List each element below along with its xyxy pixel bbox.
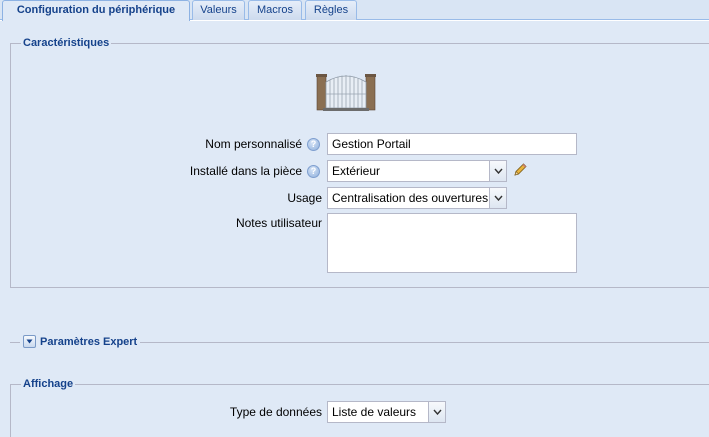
name-label: Nom personnalisé (205, 137, 302, 151)
tab-valeurs[interactable]: Valeurs (192, 0, 245, 20)
tab-regles[interactable]: Règles (305, 0, 357, 20)
notes-textarea[interactable] (327, 213, 577, 273)
notes-label: Notes utilisateur (235, 216, 322, 230)
tab-configuration[interactable]: Configuration du périphérique (2, 0, 190, 21)
device-config-panel: Caractéristiques Nom personnalisé ? Gest… (0, 21, 709, 437)
gate-icon (315, 74, 377, 112)
expand-toggle-icon[interactable] (23, 335, 36, 348)
expert-legend[interactable]: Paramètres Expert (20, 335, 141, 348)
help-icon[interactable]: ? (307, 165, 320, 178)
tab-bar: Configuration du périphérique Valeurs Ma… (0, 0, 709, 21)
room-label: Installé dans la pièce (189, 164, 302, 178)
expert-fieldset: Paramètres Expert (10, 335, 709, 348)
help-icon[interactable]: ? (307, 138, 320, 151)
chevron-down-icon (432, 409, 442, 415)
chevron-down-icon (493, 195, 503, 201)
display-legend: Affichage (21, 377, 76, 391)
expert-legend-text: Paramètres Expert (40, 335, 138, 348)
data-type-select[interactable]: Liste de valeurs (327, 401, 429, 423)
data-type-dropdown-button[interactable] (429, 401, 446, 423)
room-dropdown-button[interactable] (490, 160, 507, 182)
chevron-down-icon (493, 168, 503, 174)
name-input[interactable]: Gestion Portail (327, 133, 577, 155)
usage-select[interactable]: Centralisation des ouvertures (327, 187, 490, 209)
tab-macros[interactable]: Macros (248, 0, 302, 20)
data-type-label: Type de données (229, 405, 322, 419)
room-select[interactable]: Extérieur (327, 160, 490, 182)
characteristics-legend: Caractéristiques (21, 36, 112, 50)
usage-dropdown-button[interactable] (490, 187, 507, 209)
usage-label: Usage (287, 191, 322, 205)
pencil-edit-icon[interactable] (512, 162, 528, 178)
